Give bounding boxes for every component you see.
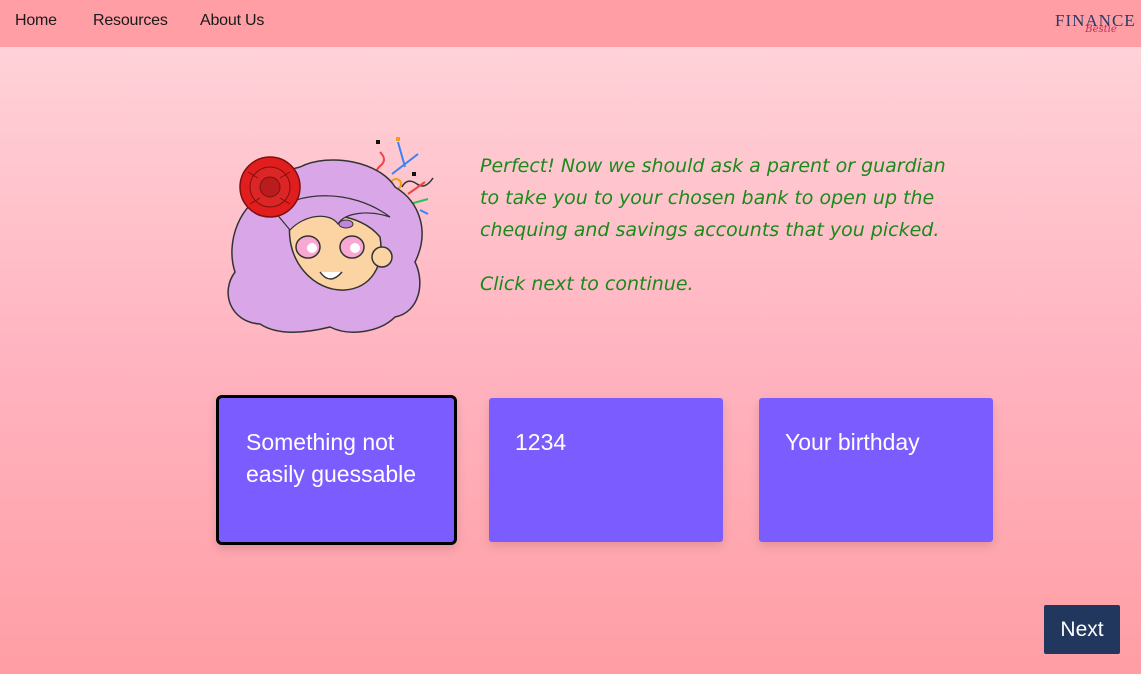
option-1234[interactable]: 1234: [489, 398, 723, 542]
option-not-guessable[interactable]: Something not easily guessable: [216, 395, 457, 545]
option-label: Your birthday: [785, 429, 920, 455]
option-label: Something not easily guessable: [246, 429, 417, 487]
finance-bestie-logo[interactable]: FINANCE Bestie: [1055, 12, 1135, 40]
top-navbar: Home Resources About Us FINANCE Bestie: [0, 0, 1141, 47]
option-label: 1234: [515, 429, 567, 455]
red-flower-icon: [239, 156, 301, 218]
nav-home-link[interactable]: Home: [15, 12, 57, 30]
option-birthday[interactable]: Your birthday: [759, 398, 993, 542]
continue-hint: Click next to continue.: [480, 273, 694, 295]
next-button[interactable]: Next: [1044, 605, 1120, 654]
nav-resources-link[interactable]: Resources: [93, 12, 168, 30]
instruction-message: Perfect! Now we should ask a parent or g…: [480, 150, 950, 300]
message-text: Perfect! Now we should ask a parent or g…: [480, 155, 946, 241]
nav-about-us-link[interactable]: About Us: [200, 12, 264, 30]
mascot-girl-illustration: [227, 137, 434, 333]
